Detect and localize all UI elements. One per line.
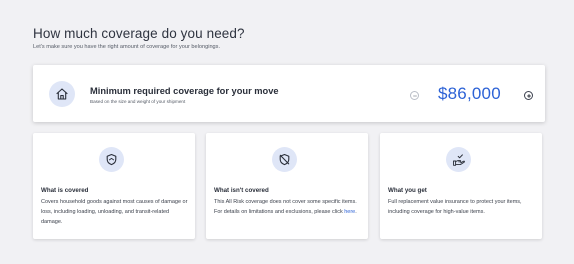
coverage-subtitle: Based on the size and weight of your shi…	[90, 99, 186, 104]
card-title: What isn't covered	[214, 187, 269, 194]
home-icon	[49, 81, 75, 107]
increase-coverage-button[interactable]	[524, 91, 533, 100]
minimum-coverage-card: Minimum required coverage for your move …	[33, 65, 545, 122]
coverage-title: Minimum required coverage for your move	[90, 86, 279, 96]
coverage-amount: $86,000	[438, 84, 501, 103]
card-title: What is covered	[41, 187, 89, 194]
exclusions-link[interactable]: here	[344, 209, 355, 215]
hand-check-icon	[446, 147, 471, 172]
decrease-coverage-button[interactable]	[410, 91, 419, 100]
shield-icon	[99, 147, 124, 172]
plus-icon	[526, 93, 531, 98]
card-body: Full replacement value insurance to prot…	[388, 199, 522, 216]
what-isnt-covered-card: What isn't covered This All Risk coverag…	[206, 133, 368, 239]
minus-icon	[412, 95, 417, 96]
what-you-get-card: What you get Full replacement value insu…	[380, 133, 542, 239]
card-body: Covers household goods against most caus…	[41, 199, 188, 226]
card-title: What you get	[388, 187, 427, 194]
card-body-text: This All Risk coverage does not cover so…	[214, 199, 357, 216]
page-subtitle: Let's make sure you have the right amoun…	[33, 44, 221, 50]
shield-off-icon	[272, 147, 297, 172]
card-body-end: .	[355, 209, 357, 216]
what-is-covered-card: What is covered Covers household goods a…	[33, 133, 195, 239]
page-title: How much coverage do you need?	[33, 26, 245, 41]
coverage-page: How much coverage do you need? Let's mak…	[0, 0, 574, 264]
card-body: This All Risk coverage does not cover so…	[214, 197, 362, 217]
